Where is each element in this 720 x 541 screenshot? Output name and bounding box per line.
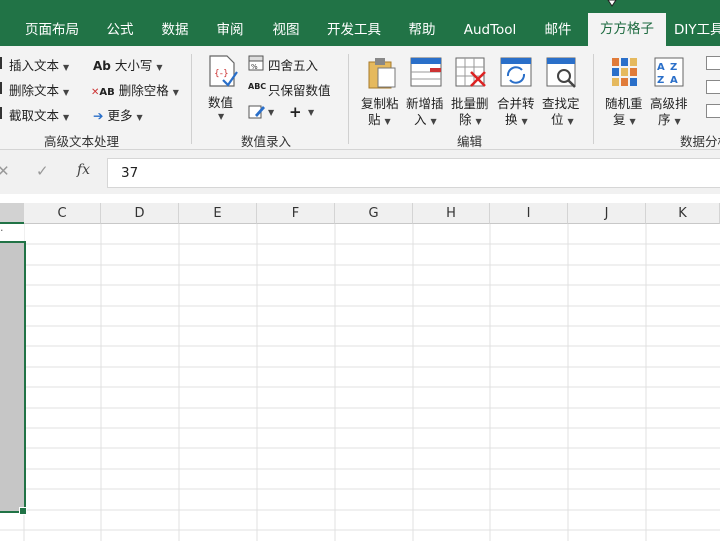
column-header-c[interactable]: C xyxy=(24,203,101,224)
column-header-j[interactable]: J xyxy=(568,203,646,224)
data-tool-icon[interactable] xyxy=(706,104,720,118)
cell-b1[interactable]: · xyxy=(0,224,24,241)
column-header-i[interactable]: I xyxy=(490,203,568,224)
group-divider xyxy=(191,54,192,144)
find-locate-button-line2[interactable]: 位 ▼ xyxy=(551,109,574,128)
tab-data[interactable]: 数据 xyxy=(150,14,200,46)
merge-convert-button-line2[interactable]: 换 ▼ xyxy=(505,109,528,128)
column-header-g[interactable]: G xyxy=(335,203,413,224)
advanced-sort-button-line2[interactable]: 序 ▼ xyxy=(658,109,681,128)
insert-text-icon xyxy=(0,57,2,69)
extract-text-button[interactable]: 截取文本 ▼ xyxy=(9,105,69,124)
random-repeat-button-line2[interactable]: 复 ▼ xyxy=(613,109,636,128)
gridlines xyxy=(0,224,720,541)
round-icon: % xyxy=(248,55,264,71)
tab-fangfanggezi[interactable]: 方方格子 xyxy=(588,13,666,46)
group-label-number: 数值录入 xyxy=(241,134,292,149)
formula-value: 37 xyxy=(121,165,139,181)
formula-bar: ✕ ✓ fx 37 xyxy=(0,150,720,194)
column-header-e[interactable]: E xyxy=(179,203,257,224)
function-icon[interactable]: fx xyxy=(77,162,90,178)
arrow-right-icon: ➔ xyxy=(93,108,104,123)
selected-range[interactable] xyxy=(0,241,26,513)
more-button[interactable]: ➔ 更多 ▼ xyxy=(93,105,143,124)
data-tool-icon[interactable] xyxy=(706,80,720,94)
random-repeat-icon xyxy=(612,58,637,86)
plus-icon[interactable]: + xyxy=(289,103,302,121)
cancel-icon[interactable]: ✕ xyxy=(0,162,10,180)
keep-numbers-button[interactable]: 只保留数值 xyxy=(268,80,331,99)
find-locate-icon xyxy=(546,57,576,88)
case-button[interactable]: Ab 大小写 ▼ xyxy=(93,55,163,74)
column-header-f[interactable]: F xyxy=(257,203,335,224)
column-header-h[interactable]: H xyxy=(413,203,490,224)
copy-paste-button-line2[interactable]: 贴 ▼ xyxy=(368,109,391,128)
insert-text-button[interactable]: 插入文本 ▼ xyxy=(9,55,69,74)
delete-text-icon xyxy=(0,82,2,94)
fill-handle[interactable] xyxy=(19,507,27,515)
svg-text:Z: Z xyxy=(670,62,677,73)
advanced-sort-icon: A Z Z A xyxy=(654,57,684,87)
column-header-d[interactable]: D xyxy=(101,203,179,224)
number-value-icon: {-} xyxy=(209,55,238,87)
tab-view[interactable]: 视图 xyxy=(261,14,311,46)
merge-convert-icon xyxy=(500,57,532,87)
ribbon-tab-bar: 页面布局 公式 数据 审阅 视图 开发工具 帮助 AudTool 邮件 方方格子… xyxy=(0,0,720,46)
svg-text:{-}: {-} xyxy=(214,69,229,79)
column-header-k[interactable]: K xyxy=(646,203,720,224)
tab-page-layout[interactable]: 页面布局 xyxy=(14,14,90,46)
delete-text-button[interactable]: 删除文本 ▼ xyxy=(9,80,69,99)
tab-formulas[interactable]: 公式 xyxy=(96,14,144,46)
ribbon: 插入文本 ▼ 删除文本 ▼ 截取文本 ▼ Ab 大小写 ▼ ✕AB 删除空格 ▼… xyxy=(0,46,720,150)
number-value-button[interactable]: 数值 xyxy=(208,92,233,111)
column-header-b-selected[interactable] xyxy=(0,203,24,224)
case-ab-icon: Ab xyxy=(93,59,111,73)
group-label-text: 高级文本处理 xyxy=(44,134,120,149)
tab-review[interactable]: 审阅 xyxy=(205,14,255,46)
svg-text:%: % xyxy=(251,63,258,71)
insert-new-button-line2[interactable]: 入 ▼ xyxy=(414,109,437,128)
group-divider xyxy=(348,54,349,144)
mouse-cursor-icon xyxy=(607,0,617,7)
remove-spaces-button[interactable]: ✕AB 删除空格 ▼ xyxy=(91,80,179,99)
tab-mail[interactable]: 邮件 xyxy=(533,14,583,46)
tab-help[interactable]: 帮助 xyxy=(398,14,446,46)
worksheet-grid[interactable]: · C D E F G H I J K xyxy=(0,203,720,541)
batch-delete-icon xyxy=(455,57,486,87)
confirm-icon[interactable]: ✓ xyxy=(36,162,49,180)
plus-dropdown[interactable]: ▼ xyxy=(308,108,314,117)
edit-dropdown[interactable]: ▼ xyxy=(268,108,274,117)
group-label-edit: 编辑 xyxy=(457,134,483,149)
insert-rows-icon xyxy=(410,57,442,87)
svg-text:A: A xyxy=(657,62,665,73)
cell-b1-fragment: · xyxy=(0,224,4,237)
svg-text:A: A xyxy=(670,75,678,86)
tab-developer[interactable]: 开发工具 xyxy=(317,14,391,46)
edit-pencil-icon[interactable] xyxy=(248,104,266,120)
abc-icon: ABC xyxy=(248,82,267,91)
group-label-data: 数据分析 xyxy=(680,134,720,149)
remove-spaces-icon: ✕AB xyxy=(91,87,115,98)
svg-text:Z: Z xyxy=(657,75,664,86)
extract-text-icon xyxy=(0,107,2,119)
formula-input[interactable]: 37 xyxy=(107,158,720,188)
round-button[interactable]: 四舍五入 xyxy=(268,55,318,74)
batch-delete-button-line2[interactable]: 除 ▼ xyxy=(459,109,482,128)
group-divider xyxy=(593,54,594,144)
tab-diy-tools[interactable]: DIY工具 xyxy=(674,14,720,46)
number-value-dropdown[interactable]: ▼ xyxy=(218,112,224,121)
clipboard-icon xyxy=(368,58,396,89)
tab-audtool[interactable]: AudTool xyxy=(453,14,527,46)
data-tool-icon[interactable] xyxy=(706,56,720,70)
